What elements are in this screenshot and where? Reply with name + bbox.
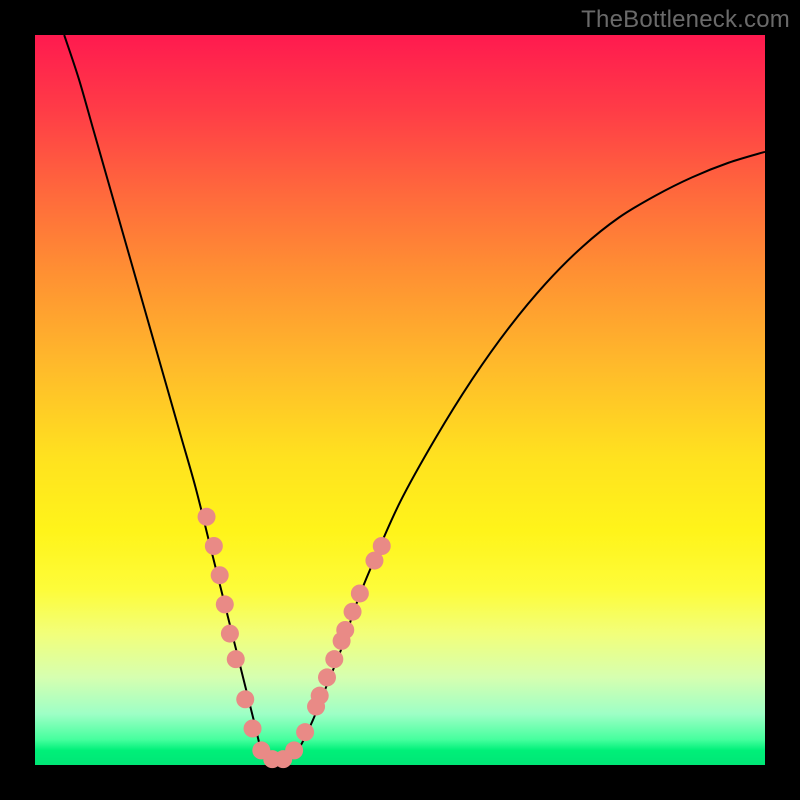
curve-marker <box>318 668 336 686</box>
curve-marker <box>216 595 234 613</box>
curve-marker <box>236 690 254 708</box>
curve-marker <box>244 720 262 738</box>
curve-marker <box>285 741 303 759</box>
highlighted-points <box>198 508 391 768</box>
bottleneck-curve-path <box>64 35 765 767</box>
curve-marker <box>336 621 354 639</box>
curve-marker <box>211 566 229 584</box>
curve-marker <box>221 625 239 643</box>
curve-marker <box>227 650 245 668</box>
bottleneck-curve <box>64 35 765 767</box>
chart-frame: TheBottleneck.com <box>0 0 800 800</box>
curve-marker <box>344 603 362 621</box>
curve-marker <box>296 723 314 741</box>
curve-marker <box>311 687 329 705</box>
curve-marker <box>325 650 343 668</box>
curve-marker <box>351 584 369 602</box>
chart-svg <box>0 0 800 800</box>
curve-marker <box>373 537 391 555</box>
curve-marker <box>205 537 223 555</box>
curve-marker <box>198 508 216 526</box>
